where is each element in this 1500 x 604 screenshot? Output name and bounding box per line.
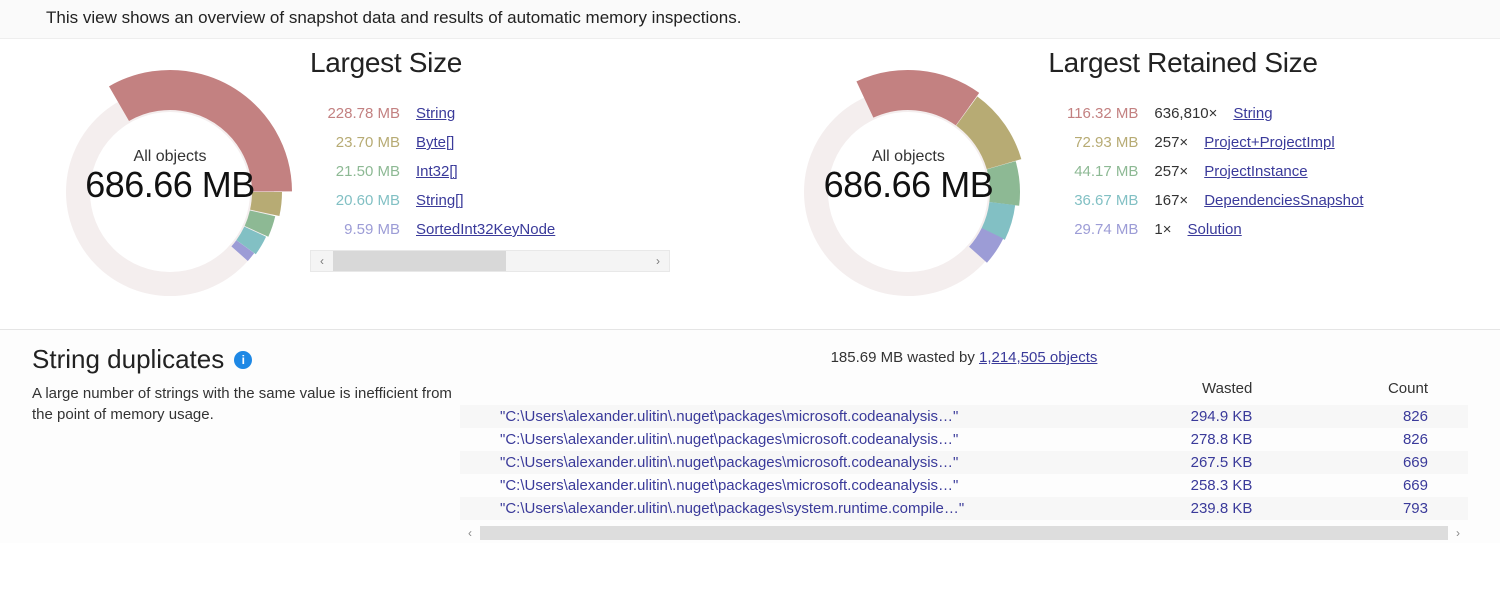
dup-count: 826: [1292, 405, 1468, 428]
string-duplicates-section: String duplicates i A large number of st…: [0, 329, 1500, 543]
legend-size: 29.74 MB: [1048, 221, 1138, 238]
largest-retained-title: Largest Retained Size: [1048, 47, 1460, 79]
type-link[interactable]: String[]: [416, 192, 464, 209]
legend-count: 257×: [1154, 163, 1188, 180]
legend-row: 228.78 MB String: [310, 99, 778, 128]
table-row[interactable]: "C:\Users\alexander.ulitin\.nuget\packag…: [460, 474, 1468, 497]
legend-row: 21.50 MB Int32[]: [310, 157, 778, 186]
largest-size-scrollbar[interactable]: ‹ ›: [310, 250, 670, 272]
type-link[interactable]: SortedInt32KeyNode: [416, 221, 555, 238]
legend-row: 116.32 MB 636,810× String: [1048, 99, 1460, 128]
type-link[interactable]: Byte[]: [416, 134, 454, 151]
type-link[interactable]: Project+ProjectImpl: [1204, 134, 1334, 151]
legend-count: 167×: [1154, 192, 1188, 209]
dup-wasted: 258.3 KB: [1085, 474, 1292, 497]
legend-size: 116.32 MB: [1048, 105, 1138, 122]
dup-value[interactable]: "C:\Users\alexander.ulitin\.nuget\packag…: [460, 474, 1085, 497]
table-row[interactable]: "C:\Users\alexander.ulitin\.nuget\packag…: [460, 451, 1468, 474]
legend-count: 1×: [1154, 221, 1171, 238]
col-wasted[interactable]: Wasted: [1085, 376, 1292, 405]
string-duplicates-description: A large number of strings with the same …: [32, 383, 452, 425]
legend-size: 228.78 MB: [310, 105, 400, 122]
dup-count: 669: [1292, 474, 1468, 497]
duplicates-hscroll[interactable]: ‹ ›: [460, 523, 1468, 543]
table-row[interactable]: "C:\Users\alexander.ulitin\.nuget\packag…: [460, 428, 1468, 451]
duplicates-summary: 185.69 MB wasted by 1,214,505 objects: [460, 344, 1468, 376]
scroll-left-icon[interactable]: ‹: [311, 254, 333, 268]
legend-size: 36.67 MB: [1048, 192, 1138, 209]
legend-row: 29.74 MB 1× Solution: [1048, 215, 1460, 244]
legend-row: 20.60 MB String[]: [310, 186, 778, 215]
legend-row: 44.17 MB 257× ProjectInstance: [1048, 157, 1460, 186]
table-row[interactable]: "C:\Users\alexander.ulitin\.nuget\packag…: [460, 405, 1468, 428]
charts-row: All objects 686.66 MB Largest Size 228.7…: [0, 39, 1500, 329]
scroll-right-icon[interactable]: ›: [647, 254, 669, 268]
info-icon[interactable]: i: [234, 351, 252, 369]
duplicates-wasted-size: 185.69 MB: [831, 349, 904, 366]
largest-size-panel: All objects 686.66 MB Largest Size 228.7…: [40, 47, 778, 307]
type-link[interactable]: DependenciesSnapshot: [1204, 192, 1363, 209]
dup-count: 793: [1292, 497, 1468, 520]
legend-size: 72.93 MB: [1048, 134, 1138, 151]
scroll-right-icon[interactable]: ›: [1448, 526, 1468, 540]
legend-count: 636,810×: [1154, 105, 1217, 122]
type-link[interactable]: Solution: [1188, 221, 1242, 238]
dup-wasted: 267.5 KB: [1085, 451, 1292, 474]
dup-count: 826: [1292, 428, 1468, 451]
dup-count: 669: [1292, 451, 1468, 474]
dup-value[interactable]: "C:\Users\alexander.ulitin\.nuget\packag…: [460, 451, 1085, 474]
legend-row: 23.70 MB Byte[]: [310, 128, 778, 157]
largest-retained-donut[interactable]: All objects 686.66 MB: [778, 47, 1038, 307]
type-link[interactable]: String: [1233, 105, 1272, 122]
dup-wasted: 294.9 KB: [1085, 405, 1292, 428]
legend-count: 257×: [1154, 134, 1188, 151]
dup-value[interactable]: "C:\Users\alexander.ulitin\.nuget\packag…: [460, 497, 1085, 520]
legend-row: 72.93 MB 257× Project+ProjectImpl: [1048, 128, 1460, 157]
legend-row: 9.59 MB SortedInt32KeyNode: [310, 215, 778, 244]
dup-value[interactable]: "C:\Users\alexander.ulitin\.nuget\packag…: [460, 428, 1085, 451]
type-link[interactable]: String: [416, 105, 455, 122]
type-link[interactable]: ProjectInstance: [1204, 163, 1307, 180]
largest-size-title: Largest Size: [310, 47, 778, 79]
largest-size-donut[interactable]: All objects 686.66 MB: [40, 47, 300, 307]
legend-size: 20.60 MB: [310, 192, 400, 209]
legend-size: 21.50 MB: [310, 163, 400, 180]
dup-wasted: 239.8 KB: [1085, 497, 1292, 520]
type-link[interactable]: Int32[]: [416, 163, 458, 180]
scroll-left-icon[interactable]: ‹: [460, 526, 480, 540]
overview-banner-text: This view shows an overview of snapshot …: [46, 8, 741, 27]
largest-retained-panel: All objects 686.66 MB Largest Retained S…: [778, 47, 1460, 307]
legend-size: 44.17 MB: [1048, 163, 1138, 180]
legend-size: 23.70 MB: [310, 134, 400, 151]
legend-size: 9.59 MB: [310, 221, 400, 238]
dup-wasted: 278.8 KB: [1085, 428, 1292, 451]
table-row[interactable]: "C:\Users\alexander.ulitin\.nuget\packag…: [460, 497, 1468, 520]
duplicates-objects-link[interactable]: 1,214,505 objects: [979, 349, 1097, 366]
col-count[interactable]: Count: [1292, 376, 1468, 405]
dup-value[interactable]: "C:\Users\alexander.ulitin\.nuget\packag…: [460, 405, 1085, 428]
duplicates-table: Wasted Count "C:\Users\alexander.ulitin\…: [460, 376, 1468, 520]
legend-row: 36.67 MB 167× DependenciesSnapshot: [1048, 186, 1460, 215]
string-duplicates-title: String duplicates: [32, 344, 224, 375]
overview-banner: This view shows an overview of snapshot …: [0, 0, 1500, 39]
